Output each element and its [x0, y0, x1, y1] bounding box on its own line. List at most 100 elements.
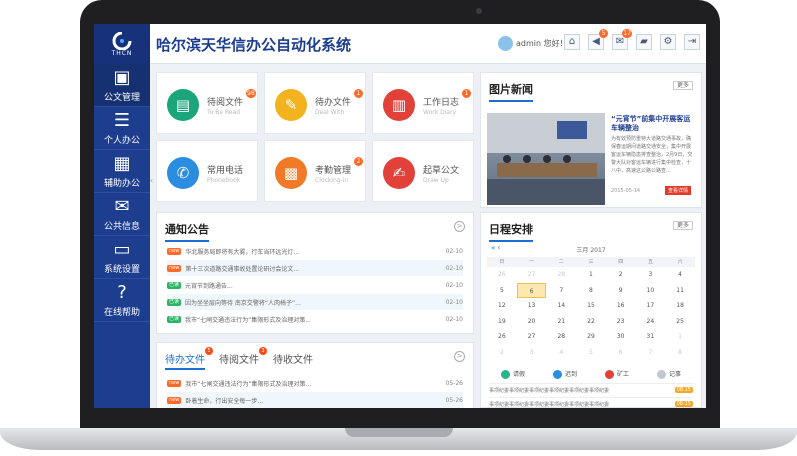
notice-row[interactable]: 已读 元宵节到路通告... 02-10: [167, 277, 463, 293]
notice-row[interactable]: new 第十三次道路交通事故处置论研讨会论文... 02-10: [167, 260, 463, 276]
calendar-day[interactable]: 11: [665, 283, 695, 299]
calendar-day[interactable]: 15: [576, 298, 606, 314]
calendar-day[interactable]: 8: [576, 283, 606, 299]
calendar-day[interactable]: 26: [487, 267, 517, 283]
calendar-day[interactable]: 31: [636, 329, 666, 345]
weekday-label: 二: [558, 259, 564, 265]
calendar-day[interactable]: 3: [517, 345, 547, 361]
status-badge: new: [167, 396, 182, 404]
news-photo[interactable]: [487, 113, 605, 205]
news-detail-button[interactable]: 查看详情: [665, 186, 692, 195]
legend-label: 迟到: [564, 371, 577, 378]
calendar-day[interactable]: 1: [576, 267, 606, 283]
tile-subtitle: Phonebook: [207, 177, 241, 184]
notice-row[interactable]: new 华北服务局即将有大雾，行车当环远光灯... 02-10: [167, 243, 463, 259]
calendar-day[interactable]: 28: [546, 267, 576, 283]
calendar-day[interactable]: 14: [546, 298, 576, 314]
news-headline[interactable]: “元宵节”前集中开展客运车辆整治: [611, 115, 695, 133]
tile-6[interactable]: ✍ 起草公文 Draw Up: [372, 140, 474, 202]
tab-docs-2[interactable]: 待阅文件 3: [219, 347, 267, 370]
calendar-day[interactable]: 22: [576, 314, 606, 330]
calendar-day[interactable]: 19: [487, 314, 517, 330]
tile-3[interactable]: ▥ 工作日志 Work Diary 1: [372, 72, 474, 134]
docs-more-icon[interactable]: >: [454, 351, 465, 362]
home-icon[interactable]: ⌂: [564, 34, 580, 50]
calendar-day[interactable]: 28: [546, 329, 576, 345]
calendar-day[interactable]: 3: [636, 267, 666, 283]
tile-subtitle: Deal With: [315, 109, 345, 116]
calendar-day[interactable]: 27: [517, 329, 547, 345]
doc-row[interactable]: new 卧着生命，行出安全每一步... 05-26: [167, 392, 463, 408]
calendar-day[interactable]: 7: [636, 345, 666, 361]
legend-dot: [656, 370, 666, 379]
doc-date: 05-26: [445, 379, 463, 387]
calendar-day[interactable]: 20: [517, 314, 547, 330]
calendar-day[interactable]: 8: [665, 345, 695, 361]
sidebar-item-4[interactable]: ✉ 公共信息: [94, 193, 150, 236]
sidebar-item-5[interactable]: ▭ 系统设置: [94, 236, 150, 279]
notice-row[interactable]: 已读 因为坐坐层向等待 南京交警将“人肉椅子”... 02-10: [167, 294, 463, 310]
tile-1[interactable]: ▤ 待阅文件 To Be Read 98: [156, 72, 258, 134]
calendar-day[interactable]: 9: [606, 283, 636, 299]
calendar-day[interactable]: 6: [516, 282, 547, 298]
calendar-day[interactable]: 23: [606, 314, 636, 330]
tile-4[interactable]: ✆ 常用电话 Phonebook: [156, 140, 258, 202]
calendar-day[interactable]: 25: [665, 314, 695, 330]
calendar-day[interactable]: 13: [517, 298, 547, 314]
schedule-item[interactable]: 事项纪委事项纪委事项纪委事项纪委事项纪委事项纪委 08:15: [489, 383, 693, 396]
logo-icon: [112, 31, 132, 50]
calendar-day[interactable]: 18: [665, 298, 695, 314]
logout-icon[interactable]: ⇥: [684, 34, 700, 50]
toolbar-badge: 17: [622, 29, 632, 38]
sidebar-item-3[interactable]: ▦ 辅助办公: [94, 150, 150, 193]
notice-more-icon[interactable]: >: [454, 221, 465, 232]
calendar-day[interactable]: 4: [546, 345, 576, 361]
notice-text: 华北服务局即将有大雾，行车当环远光灯...: [185, 248, 300, 256]
calendar-day[interactable]: 4: [665, 267, 695, 283]
calendar-day[interactable]: 16: [606, 298, 636, 314]
schedule-item[interactable]: 事项纪委事项纪委事项纪委事项纪委事项纪委事项纪委 08:15: [489, 397, 693, 408]
calendar-day[interactable]: 24: [636, 314, 666, 330]
chat-icon[interactable]: ▰: [636, 34, 652, 50]
calendar-day[interactable]: 21: [546, 314, 576, 330]
tile-5[interactable]: ▩ 考勤管理 Clocking-in 2: [264, 140, 366, 202]
calendar-day[interactable]: 30: [606, 329, 636, 345]
calendar-day[interactable]: 10: [636, 283, 666, 299]
calendar-day[interactable]: 2: [606, 267, 636, 283]
tile-subtitle: Draw Up: [423, 177, 449, 184]
photo-news-more-button[interactable]: 更多: [672, 81, 693, 90]
tile-2[interactable]: ✎ 待办文件 Deal With 1: [264, 72, 366, 134]
user-menu[interactable]: admin 您好！ ▾: [498, 36, 574, 51]
photo-news-title: 图片新闻: [489, 81, 533, 102]
tab-docs-3[interactable]: 待收文件: [273, 351, 313, 370]
calendar-day[interactable]: 26: [487, 329, 517, 345]
calendar-day[interactable]: 2: [487, 345, 517, 361]
calendar-day[interactable]: 1: [665, 329, 695, 345]
calendar-day[interactable]: 29: [576, 329, 606, 345]
calendar-day[interactable]: 27: [517, 267, 547, 283]
gear-icon[interactable]: ⚙: [660, 34, 676, 50]
doc-date: 05-26: [445, 396, 463, 404]
calendar-day[interactable]: 17: [636, 298, 666, 314]
calendar-day[interactable]: 6: [606, 345, 636, 361]
notice-text: 因为坐坐层向等待 南京交警将“人肉椅子”...: [185, 299, 301, 307]
calendar-day[interactable]: 7: [546, 283, 576, 299]
weekday-label: 日: [499, 259, 505, 265]
tab-docs-1[interactable]: 待办文件 5: [165, 347, 213, 370]
schedule-more-button[interactable]: 更多: [672, 221, 693, 230]
announce-icon[interactable]: ◀ 5: [588, 29, 608, 50]
sidebar-item-label: 在线帮助: [103, 307, 140, 318]
sidebar-item-6[interactable]: ? 在线帮助: [94, 279, 150, 322]
sidebar-item-2[interactable]: ☰ 个人办公: [94, 107, 150, 150]
sidebar-item-1[interactable]: ▣ 公文管理: [94, 64, 150, 107]
notice-row[interactable]: 已读 我市“七闸交通违法行为”集限形式及治理对策... 02-10: [167, 311, 463, 327]
mail-icon[interactable]: ✉ 17: [612, 29, 632, 50]
notice-text: 我市“七闸交通违法行为”集限形式及治理对策...: [185, 316, 311, 324]
calendar-day[interactable]: 5: [576, 345, 606, 361]
calendar-day[interactable]: 12: [487, 298, 517, 314]
calendar-day[interactable]: 5: [487, 283, 517, 299]
legend-item: 记事: [656, 369, 681, 379]
doc-row[interactable]: new 我市“七闸交通违法行为”集限形式及治理对策... 05-26: [167, 375, 463, 391]
schedule-text: 事项纪委事项纪委事项纪委事项纪委事项纪委事项纪委: [489, 387, 610, 394]
notice-text: 第十三次道路交通事故处置论研讨会论文...: [185, 265, 300, 273]
